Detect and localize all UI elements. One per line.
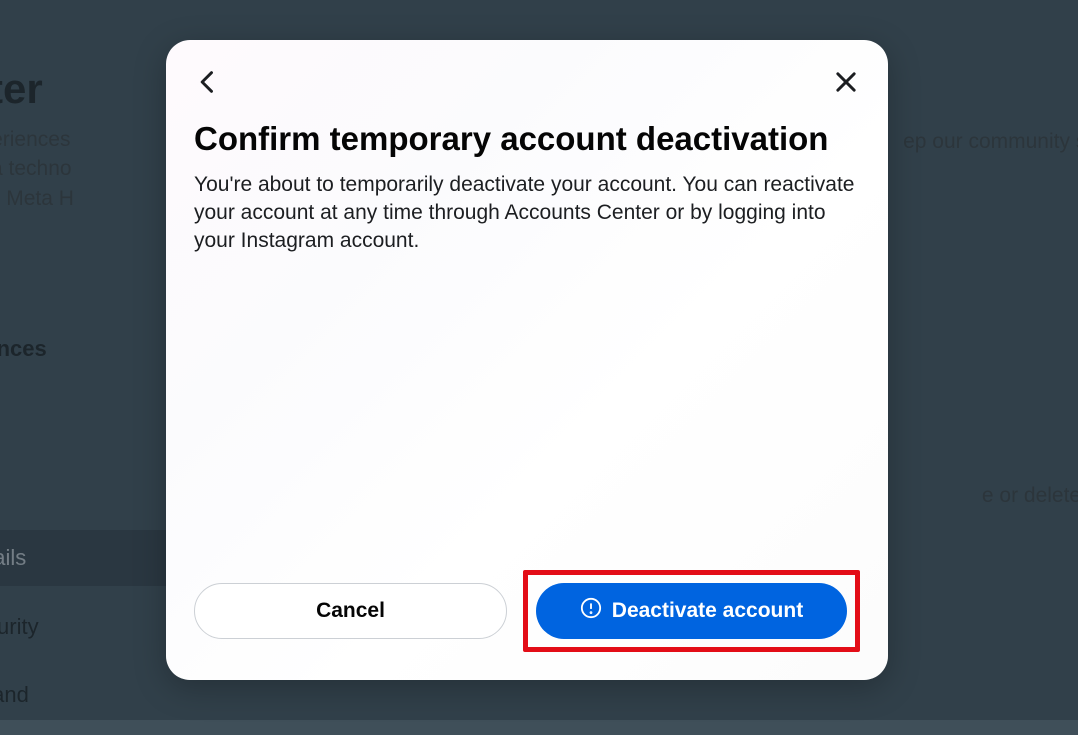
highlight-annotation: Deactivate account: [523, 570, 860, 652]
back-icon[interactable]: [194, 68, 222, 101]
modal-body-text: You're about to temporarily deactivate y…: [194, 171, 860, 570]
close-icon[interactable]: [832, 68, 860, 101]
warning-icon: [580, 597, 602, 625]
modal-header: [194, 68, 860, 101]
deactivate-button-label: Deactivate account: [612, 599, 803, 623]
confirm-deactivation-modal: Confirm temporary account deactivation Y…: [166, 40, 888, 680]
deactivate-account-button[interactable]: Deactivate account: [536, 583, 847, 639]
modal-title: Confirm temporary account deactivation: [194, 119, 860, 159]
cancel-button[interactable]: Cancel: [194, 583, 507, 639]
modal-footer: Cancel Deactivate account: [194, 570, 860, 652]
